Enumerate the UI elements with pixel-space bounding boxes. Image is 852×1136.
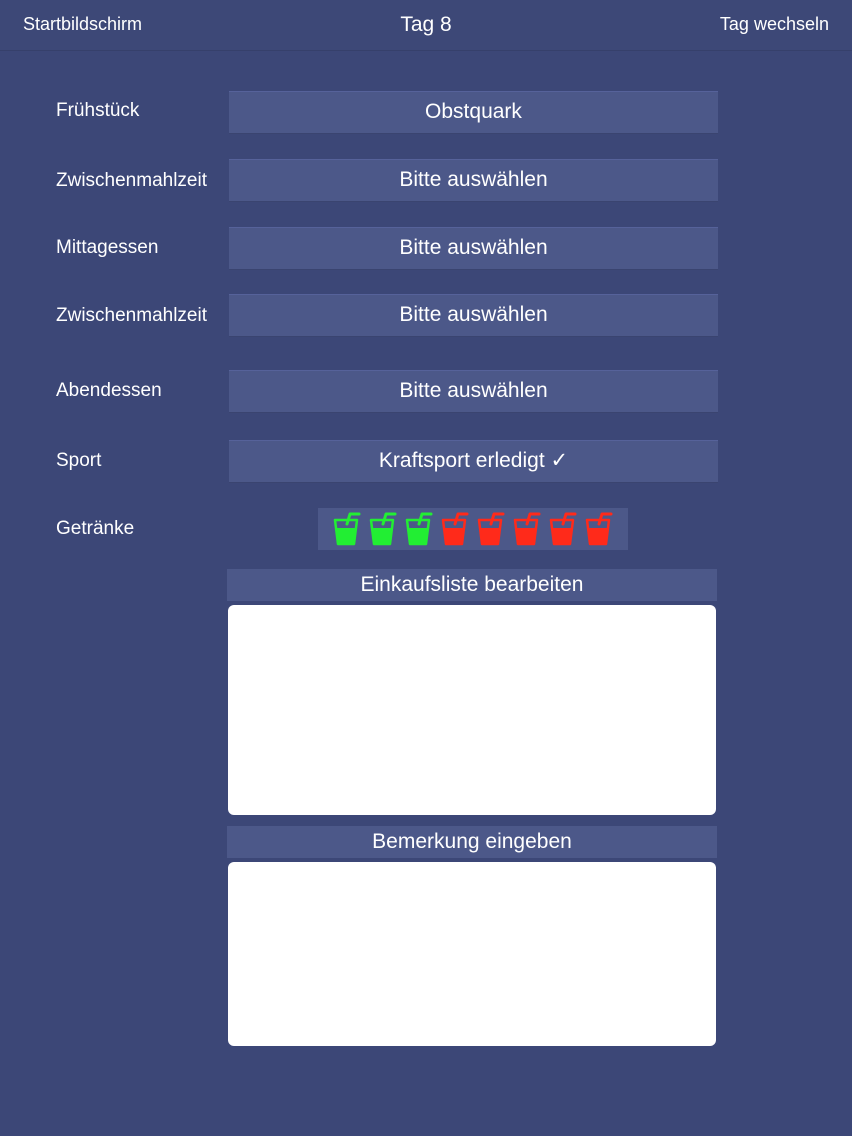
drink-glass-icon[interactable] — [512, 512, 542, 546]
lunch-select-button[interactable]: Bitte auswählen — [229, 227, 718, 270]
navigation-bar: Startbildschirm Tag 8 Tag wechseln — [0, 0, 852, 51]
snack-1-select-button[interactable]: Bitte auswählen — [229, 159, 718, 202]
drink-glass-icon[interactable] — [404, 512, 434, 546]
dinner-label: Abendessen — [56, 380, 162, 401]
drinks-tracker — [318, 508, 628, 550]
note-textarea[interactable] — [228, 862, 716, 1046]
sport-label: Sport — [56, 450, 102, 471]
change-day-button[interactable]: Tag wechseln — [720, 14, 829, 35]
breakfast-label: Frühstück — [56, 100, 140, 121]
breakfast-select-button[interactable]: Obstquark — [229, 91, 718, 134]
drink-glass-icon[interactable] — [332, 512, 362, 546]
snack-1-label: Zwischenmahlzeit — [56, 170, 207, 191]
shopping-list-textarea[interactable] — [228, 605, 716, 815]
drink-glass-icon[interactable] — [440, 512, 470, 546]
snack-2-select-button[interactable]: Bitte auswählen — [229, 294, 718, 337]
edit-shopping-list-button[interactable]: Einkaufsliste bearbeiten — [227, 569, 717, 601]
sport-select-button[interactable]: Kraftsport erledigt ✓ — [229, 440, 718, 483]
drinks-label: Getränke — [56, 518, 135, 539]
drink-glass-icon[interactable] — [584, 512, 614, 546]
dinner-select-button[interactable]: Bitte auswählen — [229, 370, 718, 413]
drink-glass-icon[interactable] — [548, 512, 578, 546]
lunch-label: Mittagessen — [56, 237, 159, 258]
enter-note-button[interactable]: Bemerkung eingeben — [227, 826, 717, 858]
snack-2-label: Zwischenmahlzeit — [56, 305, 207, 326]
drink-glass-icon[interactable] — [476, 512, 506, 546]
drink-glass-icon[interactable] — [368, 512, 398, 546]
